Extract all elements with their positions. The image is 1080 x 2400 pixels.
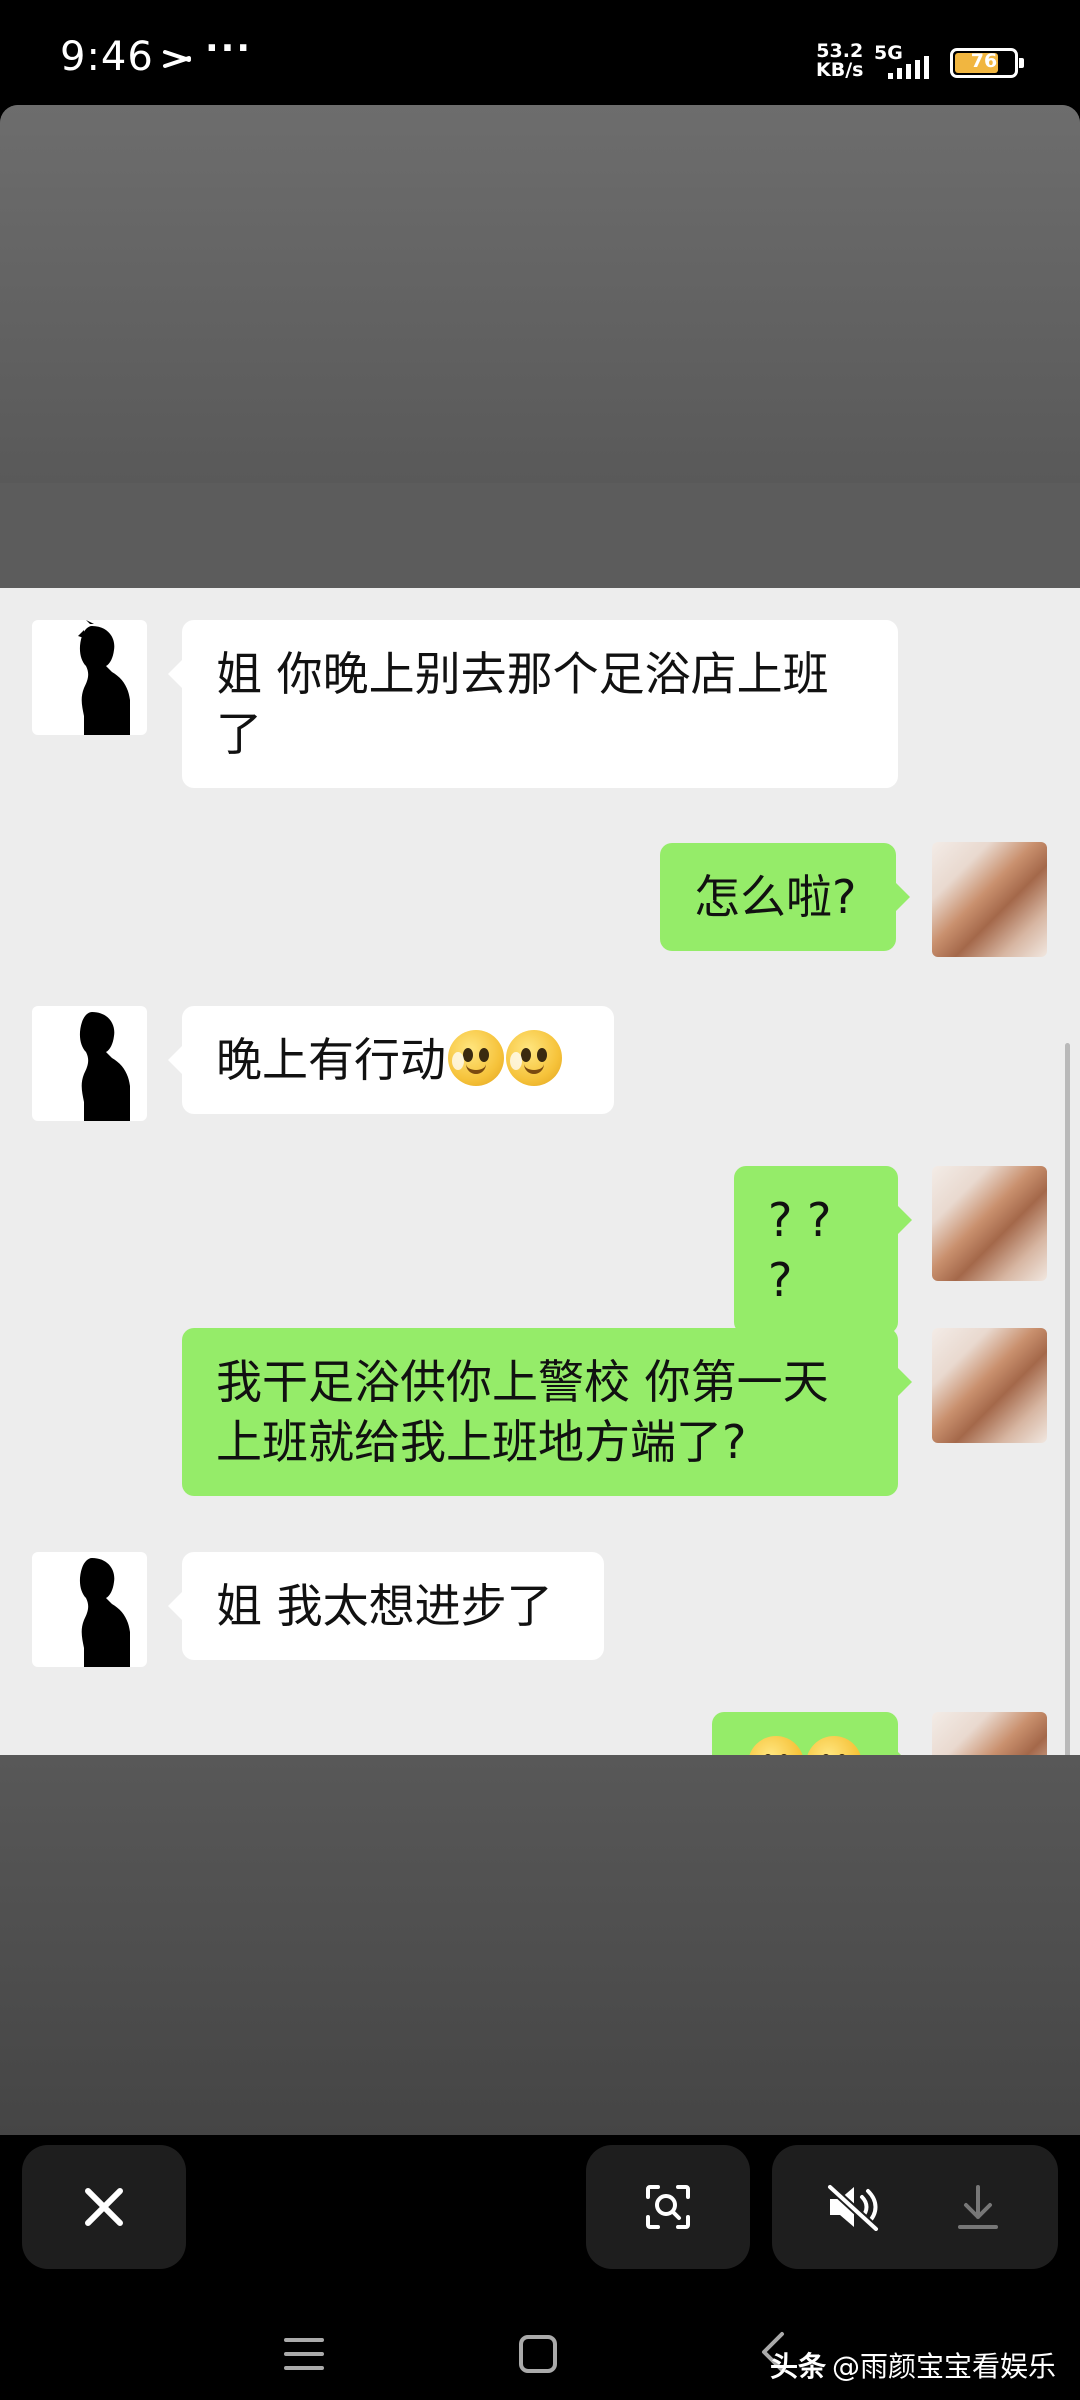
contact-avatar (32, 1552, 147, 1667)
user-avatar (932, 1166, 1047, 1281)
viewer-toolbar (0, 2135, 1080, 2295)
silhouette-icon (78, 620, 130, 735)
message-text: ? ? ? (768, 1193, 832, 1307)
close-button[interactable] (22, 2145, 186, 2269)
download-icon[interactable] (954, 2183, 1002, 2231)
message-bubble-outgoing: ? ? ? (734, 1166, 912, 1334)
mute-icon[interactable] (826, 2183, 882, 2231)
message-bubble-incoming: 姐 我太想进步了 (168, 1552, 604, 1660)
signal-icon (888, 56, 929, 79)
watermark-author: @雨颜宝宝看娱乐 (831, 2350, 1056, 2383)
viewer-blurred-top (0, 105, 1080, 483)
capcut-icon (163, 50, 191, 68)
silhouette-icon (79, 1012, 130, 1121)
image-search-icon (646, 2185, 690, 2229)
message-text: 晚上有行动 (216, 1033, 446, 1087)
message-text: 我干足浴供你上警校 你第一天 (216, 1355, 829, 1409)
contact-avatar (32, 1006, 147, 1121)
message-bubble-incoming: 姐 你晚上别去那个足浴店上班 了 (168, 620, 898, 788)
silhouette-icon (79, 1558, 130, 1667)
image-viewer[interactable]: 姐 你晚上别去那个足浴店上班 了 怎么啦? 晚上有行动 ? ? ? 我干足浴供你… (0, 105, 1080, 2135)
message-text: 姐 你晚上别去那个足浴店上班 (216, 647, 829, 701)
status-time: 9:46 (60, 34, 154, 80)
message-text: 姐 我太想进步了 (216, 1579, 553, 1633)
message-text: 了 (216, 707, 262, 761)
status-bar: 9:46 ··· 53.2 KB/s 5G 76 (0, 0, 1080, 105)
battery-level: 76 (970, 50, 998, 72)
sweat-smile-emoji (506, 1030, 562, 1086)
home-icon[interactable] (518, 2334, 558, 2374)
more-notifications-icon: ··· (205, 28, 253, 69)
image-search-button[interactable] (586, 2145, 750, 2269)
watermark: 头条 @雨颜宝宝看娱乐 (770, 2345, 1056, 2385)
chat-screenshot: 姐 你晚上别去那个足浴店上班 了 怎么啦? 晚上有行动 ? ? ? 我干足浴供你… (0, 588, 1080, 1860)
user-avatar (932, 842, 1047, 957)
message-bubble-outgoing: 我干足浴供你上警校 你第一天 上班就给我上班地方端了? (182, 1328, 912, 1496)
menu-icon[interactable] (284, 2336, 324, 2372)
message-bubble-incoming: 晚上有行动 (168, 1006, 614, 1114)
viewer-blurred-bottom (0, 1755, 1080, 2135)
message-text: 怎么啦? (694, 870, 857, 924)
message-text: 上班就给我上班地方端了? (216, 1415, 747, 1469)
message-bubble-outgoing: 怎么啦? (660, 843, 910, 951)
media-controls (772, 2145, 1058, 2269)
network-speed: 53.2 KB/s (816, 42, 863, 80)
network-speed-unit: KB/s (816, 59, 864, 81)
user-avatar (932, 1328, 1047, 1443)
chat-scrollbar (1065, 1043, 1070, 1843)
battery-icon: 76 (950, 48, 1024, 78)
battery-tip (1019, 58, 1024, 68)
close-icon (85, 2188, 123, 2226)
contact-avatar (32, 620, 147, 735)
sweat-smile-emoji (448, 1030, 504, 1086)
watermark-brand: 头条 (769, 2350, 826, 2383)
